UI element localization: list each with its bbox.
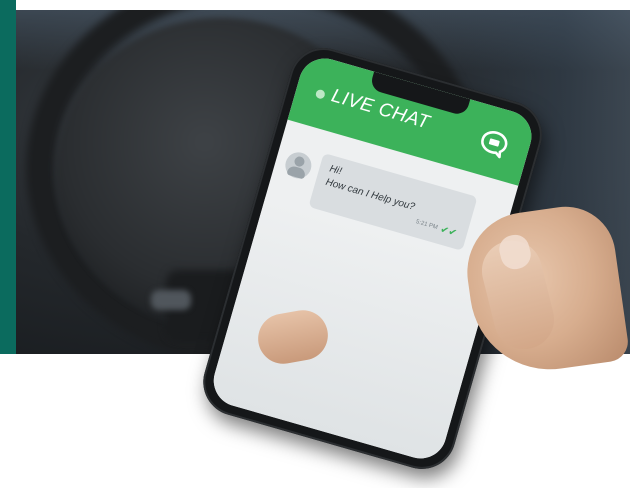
steering-button: [151, 290, 191, 310]
message-line-2: How can I Help you?: [324, 176, 417, 213]
chat-bubble-icon[interactable]: [476, 126, 513, 161]
message-time: 5:21 PM: [415, 219, 439, 232]
double-check-icon: ✔✔: [438, 224, 459, 240]
top-strip: [0, 0, 630, 10]
message-line-1: Hi!: [328, 163, 343, 178]
avatar-icon: [282, 149, 315, 182]
left-accent-bar: [0, 0, 16, 354]
online-dot-icon: [314, 88, 326, 100]
